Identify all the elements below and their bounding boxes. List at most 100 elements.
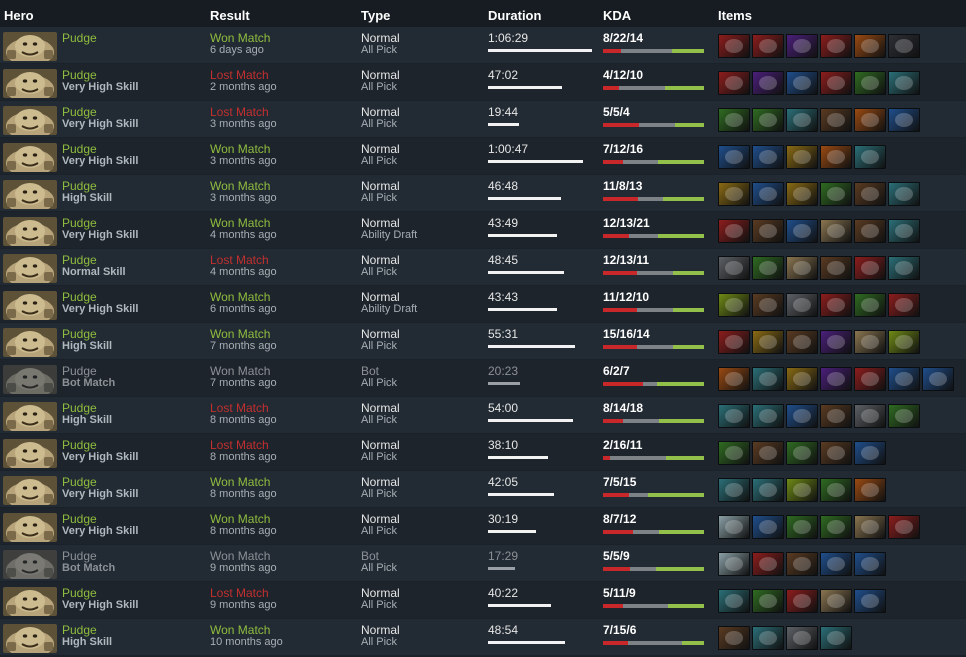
gem-blue-icon[interactable] (888, 108, 920, 132)
gem-red-icon[interactable] (718, 219, 750, 243)
shield-green-icon[interactable] (786, 515, 818, 539)
orb-orange-icon[interactable] (718, 367, 750, 391)
staff-green-icon[interactable] (888, 404, 920, 428)
hero-name[interactable]: Pudge (62, 438, 97, 452)
hero-name[interactable]: Pudge (62, 549, 97, 563)
gem-blue-icon[interactable] (820, 552, 852, 576)
claw-lime-icon[interactable] (888, 330, 920, 354)
hook-teal-icon[interactable] (786, 108, 818, 132)
orb-purple-icon[interactable] (752, 71, 784, 95)
hook-teal-icon[interactable] (888, 256, 920, 280)
scythe-teal-icon[interactable] (752, 478, 784, 502)
table-row[interactable]: Pudge Normal Skill Lost Match 4 months ago N… (0, 249, 966, 285)
axe-orange-icon[interactable] (854, 34, 886, 58)
hero-name[interactable]: Pudge (62, 179, 97, 193)
table-row[interactable]: Pudge Very High Skill Lost Match 8 months a… (0, 434, 966, 470)
hero-avatar[interactable] (3, 476, 57, 505)
header-items[interactable]: Items (718, 8, 752, 23)
wand-green-icon[interactable] (820, 515, 852, 539)
staff-blue-icon[interactable] (752, 145, 784, 169)
table-row[interactable]: Pudge Bot Match Won Match 7 months ago Bot Al… (0, 360, 966, 396)
table-row[interactable]: Pudge Very High Skill Lost Match 9 months a… (0, 582, 966, 618)
match-result[interactable]: Won Match (210, 290, 270, 304)
mask-red-icon[interactable] (854, 367, 886, 391)
wand-green-icon[interactable] (854, 293, 886, 317)
wand-green-icon[interactable] (820, 182, 852, 206)
hero-name[interactable]: Pudge (62, 216, 97, 230)
hero-avatar[interactable] (3, 69, 57, 98)
scroll-tan-icon[interactable] (820, 219, 852, 243)
orb-purple-icon[interactable] (820, 367, 852, 391)
portal-purple-icon[interactable] (786, 34, 818, 58)
hero-avatar[interactable] (3, 328, 57, 357)
hero-avatar[interactable] (3, 365, 57, 394)
match-result[interactable]: Lost Match (210, 253, 269, 267)
box-brown-icon[interactable] (854, 219, 886, 243)
ball-brown-icon[interactable] (786, 552, 818, 576)
gem-blue-icon[interactable] (786, 404, 818, 428)
claw-lime-icon[interactable] (786, 478, 818, 502)
header-hero[interactable]: Hero (4, 8, 34, 23)
scroll-tan-icon[interactable] (854, 515, 886, 539)
hook-teal-icon[interactable] (854, 145, 886, 169)
match-result[interactable]: Won Match (210, 31, 270, 45)
hero-avatar[interactable] (3, 402, 57, 431)
orb-orange-icon[interactable] (854, 108, 886, 132)
boot-green-icon[interactable] (854, 71, 886, 95)
globe-blue-icon[interactable] (752, 515, 784, 539)
orb-gold-icon[interactable] (786, 182, 818, 206)
swirl-white-icon[interactable] (718, 552, 750, 576)
match-result[interactable]: Won Match (210, 512, 270, 526)
hero-avatar[interactable] (3, 180, 57, 209)
staff-blue-icon[interactable] (752, 182, 784, 206)
hero-name[interactable]: Pudge (62, 105, 97, 119)
match-result[interactable]: Won Match (210, 216, 270, 230)
swords-purple-icon[interactable] (820, 330, 852, 354)
hero-avatar[interactable] (3, 254, 57, 283)
match-result[interactable]: Won Match (210, 179, 270, 193)
boot-brown-icon[interactable] (718, 626, 750, 650)
gem-blue-icon[interactable] (786, 71, 818, 95)
hook-teal-icon[interactable] (888, 182, 920, 206)
table-row[interactable]: Pudge Very High Skill Lost Match 3 months a… (0, 101, 966, 137)
table-row[interactable]: Pudge Very High Skill Lost Match 2 months a… (0, 64, 966, 100)
hero-name[interactable]: Pudge (62, 31, 97, 45)
mask-red-icon[interactable] (752, 34, 784, 58)
fire-red-icon[interactable] (718, 34, 750, 58)
header-result[interactable]: Result (210, 8, 250, 23)
hero-name[interactable]: Pudge (62, 290, 97, 304)
table-row[interactable]: Pudge Very High Skill Won Match 4 months ag… (0, 212, 966, 248)
match-result[interactable]: Won Match (210, 623, 270, 637)
scroll-tan-icon[interactable] (854, 330, 886, 354)
table-row[interactable]: Pudge Won Match 6 days ago Normal All Pick 1:… (0, 27, 966, 63)
table-row[interactable]: Pudge High Skill Won Match 7 months ago Norm… (0, 323, 966, 359)
hero-avatar[interactable] (3, 291, 57, 320)
gem-red-icon[interactable] (888, 515, 920, 539)
vial-green-icon[interactable] (718, 108, 750, 132)
match-result[interactable]: Won Match (210, 364, 270, 378)
armor-teal-icon[interactable] (888, 219, 920, 243)
scroll-tan-icon[interactable] (820, 589, 852, 613)
fist-gold-icon[interactable] (786, 145, 818, 169)
scroll-tan-icon[interactable] (786, 256, 818, 280)
claw-brown-icon[interactable] (820, 441, 852, 465)
globe-blue-icon[interactable] (854, 552, 886, 576)
swirl-white-icon[interactable] (718, 515, 750, 539)
match-result[interactable]: Won Match (210, 327, 270, 341)
match-result[interactable]: Lost Match (210, 401, 269, 415)
hero-name[interactable]: Pudge (62, 586, 97, 600)
hook-teal-icon[interactable] (888, 71, 920, 95)
hook-teal-icon[interactable] (718, 404, 750, 428)
table-row[interactable]: Pudge Very High Skill Won Match 6 months ag… (0, 286, 966, 322)
mask-teal-icon[interactable] (752, 626, 784, 650)
armor-grey-icon[interactable] (854, 404, 886, 428)
hook-teal-icon[interactable] (718, 478, 750, 502)
match-result[interactable]: Lost Match (210, 438, 269, 452)
hero-name[interactable]: Pudge (62, 253, 97, 267)
vial-green-icon[interactable] (820, 478, 852, 502)
sword-red-icon[interactable] (820, 71, 852, 95)
match-result[interactable]: Won Match (210, 475, 270, 489)
hero-avatar[interactable] (3, 439, 57, 468)
globe-blue-icon[interactable] (888, 367, 920, 391)
mask-red-icon[interactable] (718, 71, 750, 95)
